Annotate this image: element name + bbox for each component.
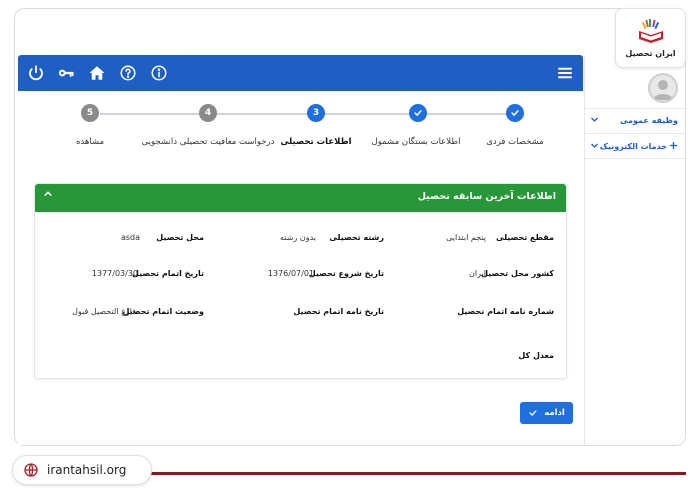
end-value-wrap: 1377/03/30 bbox=[92, 269, 138, 278]
gpa-field: معدل کل bbox=[518, 351, 554, 360]
step-4-circle[interactable]: 4 bbox=[199, 104, 217, 122]
major-label: رشته تحصیلی bbox=[329, 233, 384, 242]
country-value-wrap: ایران bbox=[469, 269, 486, 278]
place-label: محل تحصیل bbox=[156, 233, 204, 242]
menu-icon[interactable] bbox=[555, 63, 575, 83]
major-value-wrap: بدون رشته bbox=[280, 233, 316, 242]
step-5-circle[interactable]: 5 bbox=[81, 104, 99, 122]
cert-date-label: تاریخ نامه اتمام تحصیل bbox=[293, 307, 384, 316]
major-value: بدون رشته bbox=[280, 233, 316, 242]
chevron-down-icon bbox=[590, 141, 599, 152]
start-field: تاریخ شروع تحصیل bbox=[309, 269, 384, 278]
grade-field: مقطع تحصیلی bbox=[496, 233, 554, 242]
user-avatar-icon bbox=[653, 80, 673, 100]
status-value-wrap: فارغ التحصیل قبول bbox=[72, 307, 136, 316]
top-toolbar bbox=[18, 55, 583, 91]
plus-icon bbox=[669, 141, 678, 152]
place-value: asda bbox=[120, 233, 140, 242]
card-header[interactable]: اطلاعات آخرین سابقه تحصیل bbox=[35, 184, 566, 212]
sidebar-item-label: خدمات الکترونیک bbox=[599, 142, 667, 151]
grade-value: پنجم ابتدایی bbox=[446, 233, 486, 242]
logo-book-icon bbox=[639, 19, 663, 43]
info-icon[interactable] bbox=[149, 63, 169, 83]
continue-label: ادامه bbox=[544, 408, 565, 418]
step-1-label: مشخصات فردی bbox=[486, 137, 544, 147]
sidebar-item-label: وظیفه عمومی bbox=[619, 116, 678, 125]
continue-button[interactable]: ادامه bbox=[520, 402, 573, 424]
start-label: تاریخ شروع تحصیل bbox=[308, 269, 384, 278]
check-icon bbox=[529, 410, 537, 416]
status-value: فارغ التحصیل قبول bbox=[72, 307, 136, 316]
gpa-label: معدل کل bbox=[518, 351, 554, 360]
sidebar-divider bbox=[585, 133, 685, 134]
stepper-track bbox=[100, 113, 508, 115]
education-card: اطلاعات آخرین سابقه تحصیل مقطع تحصیلی پن… bbox=[34, 183, 567, 379]
major-field: رشته تحصیلی bbox=[329, 233, 384, 242]
end-value: 1377/03/30 bbox=[91, 269, 138, 278]
place-field: محل تحصیل bbox=[156, 233, 204, 242]
cert-no-field: شماره نامه اتمام تحصیل bbox=[457, 307, 554, 316]
grade-value-wrap: پنجم ابتدایی bbox=[446, 233, 486, 242]
site-url: irantahsil.org bbox=[47, 463, 127, 477]
sidebar-divider bbox=[585, 108, 685, 109]
chevron-up-icon[interactable] bbox=[43, 189, 53, 202]
start-value-wrap: 1376/07/01 bbox=[268, 269, 314, 278]
place-value-wrap: asda bbox=[121, 233, 140, 242]
power-icon[interactable] bbox=[26, 63, 46, 83]
site-badge[interactable]: irantahsil.org bbox=[12, 455, 152, 485]
end-field: تاریخ اتمام تحصیل bbox=[132, 269, 204, 278]
step-4-label: درخواست معافیت تحصیلی دانشجویی bbox=[141, 137, 275, 147]
cert-date-field: تاریخ نامه اتمام تحصیل bbox=[293, 307, 384, 316]
step-3-label: اطلاعات تحصیلی bbox=[280, 137, 352, 147]
chevron-down-icon bbox=[590, 115, 599, 126]
key-icon[interactable] bbox=[56, 63, 76, 83]
card-title: اطلاعات آخرین سابقه تحصیل bbox=[417, 191, 556, 202]
step-1-check-icon[interactable] bbox=[506, 104, 524, 122]
country-label: کشور محل تحصیل bbox=[481, 269, 554, 278]
avatar[interactable] bbox=[648, 73, 678, 103]
grade-label: مقطع تحصیلی bbox=[495, 233, 554, 242]
end-label: تاریخ اتمام تحصیل bbox=[132, 269, 204, 278]
sidebar bbox=[584, 55, 685, 445]
footer-divider bbox=[150, 472, 686, 475]
home-icon[interactable] bbox=[87, 63, 107, 83]
step-5-label: مشاهده bbox=[75, 137, 105, 147]
step-2-check-icon[interactable] bbox=[409, 104, 427, 122]
sidebar-divider bbox=[585, 158, 685, 159]
cert-no-label: شماره نامه اتمام تحصیل bbox=[457, 307, 554, 316]
country-field: کشور محل تحصیل bbox=[481, 269, 554, 278]
country-value: ایران bbox=[469, 269, 486, 278]
globe-icon bbox=[24, 463, 38, 477]
start-value: 1376/07/01 bbox=[267, 269, 314, 278]
step-2-label: اطلاعات بستگان مشمول bbox=[371, 137, 461, 147]
step-3-circle[interactable]: 3 bbox=[307, 104, 325, 122]
help-icon[interactable] bbox=[118, 63, 138, 83]
